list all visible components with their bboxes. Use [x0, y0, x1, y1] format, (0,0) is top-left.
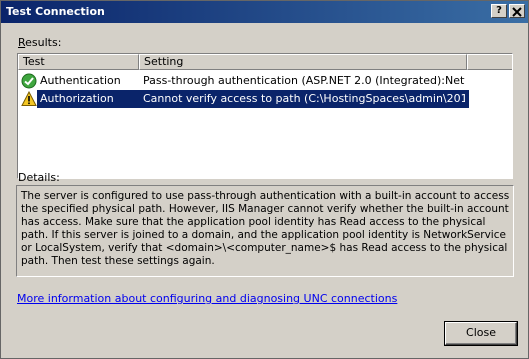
- results-label: Results:: [18, 36, 62, 49]
- titlebar[interactable]: Test Connection ?: [1, 1, 528, 23]
- window-title: Test Connection: [6, 5, 105, 18]
- warning-triangle-icon: [21, 91, 37, 106]
- details-text[interactable]: The server is configured to use pass-thr…: [16, 185, 514, 277]
- column-header-filler: [467, 54, 512, 70]
- result-row-authentication[interactable]: Authentication Pass-through authenticati…: [18, 72, 512, 90]
- test-connection-dialog: Test Connection ? Results: Test Setting …: [0, 0, 529, 359]
- details-label: Details:: [18, 171, 60, 184]
- dialog-content: Results: Test Setting Authentication Pas…: [1, 23, 528, 358]
- results-list[interactable]: Test Setting Authentication Pass-through…: [17, 53, 513, 179]
- result-row-authorization[interactable]: Authorization Cannot verify access to pa…: [18, 90, 512, 108]
- check-circle-icon: [21, 73, 37, 89]
- close-icon: [512, 7, 522, 17]
- result-test-name: Authorization: [40, 92, 114, 105]
- close-window-button[interactable]: [509, 4, 525, 18]
- column-header-test[interactable]: Test: [18, 54, 139, 70]
- unc-help-link[interactable]: More information about configuring and d…: [17, 292, 397, 305]
- result-test-name: Authentication: [40, 74, 121, 87]
- result-setting: Pass-through authentication (ASP.NET 2.0…: [143, 74, 465, 87]
- close-button[interactable]: Close: [445, 322, 517, 345]
- column-header-setting[interactable]: Setting: [139, 54, 467, 70]
- result-setting: Cannot verify access to path (C:\Hosting…: [143, 92, 465, 105]
- help-button[interactable]: ?: [491, 4, 507, 18]
